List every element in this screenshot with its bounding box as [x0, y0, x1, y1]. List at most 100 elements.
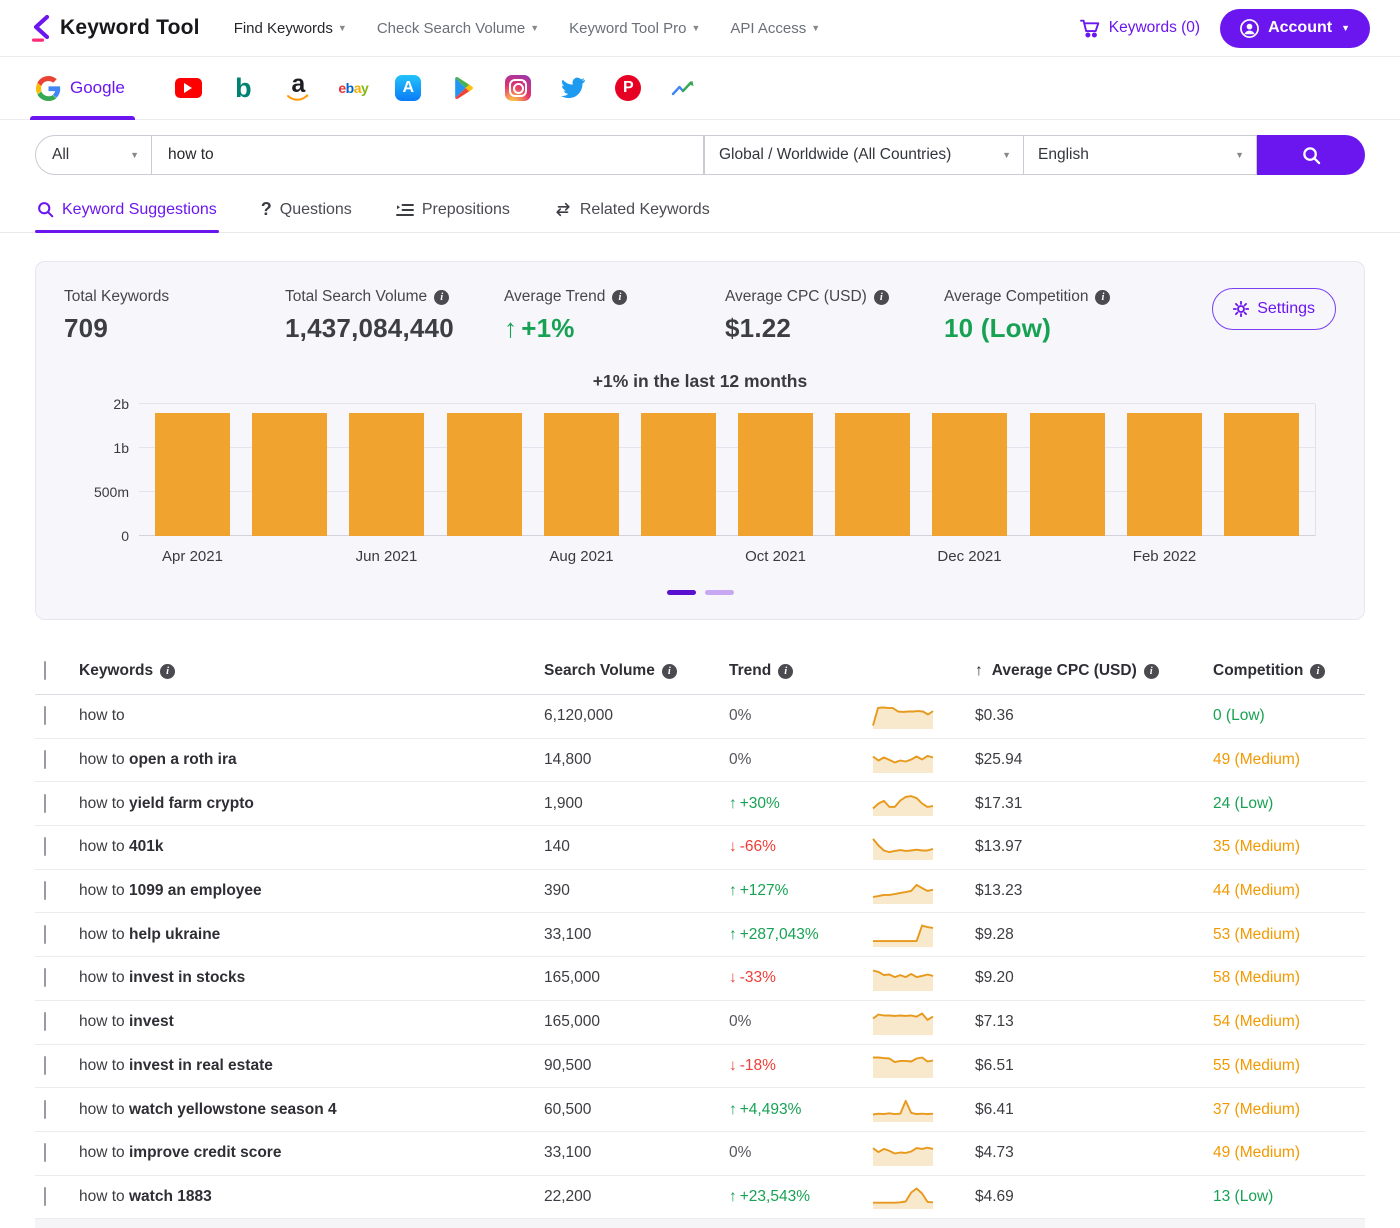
table-row[interactable]: how to improve credit score33,1000%$4.73…	[35, 1132, 1365, 1176]
platform-tab-youtube[interactable]	[161, 57, 216, 119]
language-select[interactable]: English ▼	[1024, 135, 1257, 175]
trend-value: 0%	[729, 1013, 751, 1030]
trend-cell: ↑+30%	[729, 795, 871, 813]
chart-bar[interactable]	[252, 413, 327, 536]
row-checkbox[interactable]	[44, 706, 46, 725]
chart-bar[interactable]	[932, 413, 1007, 536]
sparkline-cell	[871, 921, 975, 948]
table-row[interactable]: how to watch yellowstone season 460,500↑…	[35, 1088, 1365, 1132]
menu-check-search-volume[interactable]: Check Search Volume▼	[377, 20, 539, 37]
info-icon[interactable]: i	[1310, 664, 1325, 679]
menu-api-access[interactable]: API Access▼	[730, 20, 820, 37]
row-checkbox[interactable]	[44, 794, 46, 813]
select-all-checkbox[interactable]	[44, 661, 46, 680]
competition-cell: 49 (Medium)	[1213, 1144, 1365, 1162]
column-header-competition[interactable]: Competitioni	[1213, 662, 1365, 680]
search-input[interactable]	[152, 135, 704, 175]
sparkline-cell	[871, 1183, 975, 1210]
cpc-cell: $9.28	[975, 926, 1213, 944]
row-checkbox[interactable]	[44, 881, 46, 900]
table-header: Keywordsi Search Volumei Trendi ↑ Averag…	[35, 648, 1365, 695]
chart-bar[interactable]	[641, 413, 716, 536]
chart-bar[interactable]	[447, 413, 522, 536]
info-icon[interactable]: i	[612, 290, 627, 305]
trend-value: 0%	[729, 1144, 751, 1161]
tab-keyword-suggestions[interactable]: Keyword Suggestions	[35, 190, 219, 232]
info-icon[interactable]: i	[1095, 290, 1110, 305]
table-row[interactable]: how to yield farm crypto1,900↑+30%$17.31…	[35, 782, 1365, 826]
chart-bar[interactable]	[544, 413, 619, 536]
platform-tab-twitter[interactable]	[546, 57, 601, 119]
table-row[interactable]: how to invest165,0000%$7.1354 (Medium)	[35, 1001, 1365, 1045]
platform-tab-google-play[interactable]	[436, 57, 491, 119]
row-checkbox[interactable]	[44, 837, 46, 856]
table-row[interactable]: how to invest in stocks165,000↓-33%$9.20…	[35, 957, 1365, 1001]
summary-panel: Total Keywords 709 Total Search Volumei …	[35, 261, 1365, 620]
keyword-prefix: how to	[79, 1101, 129, 1118]
table-row[interactable]: how to invest in real estate90,500↓-18%$…	[35, 1045, 1365, 1089]
row-checkbox[interactable]	[44, 750, 46, 769]
chart-page-dot[interactable]	[667, 590, 696, 595]
trend-value: 0%	[729, 707, 751, 724]
chart-bar[interactable]	[155, 413, 230, 536]
table-row[interactable]: how to6,120,0000%$0.360 (Low)	[35, 695, 1365, 739]
platform-tab-ebay[interactable]: ebay	[326, 57, 381, 119]
settings-button[interactable]: Settings	[1212, 288, 1336, 330]
platform-tab-bing[interactable]: b	[216, 57, 271, 119]
table-row[interactable]: how to watch 188322,200↑+23,543%$4.6913 …	[35, 1176, 1365, 1220]
chart-bar[interactable]	[349, 413, 424, 536]
tab-questions[interactable]: ? Questions	[259, 190, 354, 232]
country-select[interactable]: Global / Worldwide (All Countries) ▼	[704, 135, 1024, 175]
chart-bar[interactable]	[1030, 413, 1105, 536]
row-checkbox[interactable]	[44, 925, 46, 944]
sparkline-cell	[871, 1052, 975, 1079]
trend-cell: ↓-66%	[729, 838, 871, 856]
row-checkbox[interactable]	[44, 1143, 46, 1162]
scope-select[interactable]: All ▼	[35, 135, 152, 175]
menu-keyword-tool-pro[interactable]: Keyword Tool Pro▼	[569, 20, 700, 37]
chevron-down-icon: ▼	[1002, 151, 1011, 160]
row-checkbox[interactable]	[44, 1100, 46, 1119]
table-row[interactable]: how to 401k140↓-66%$13.9735 (Medium)	[35, 826, 1365, 870]
info-icon[interactable]: i	[160, 664, 175, 679]
row-checkbox[interactable]	[44, 1012, 46, 1031]
chart-page-dot[interactable]	[705, 590, 734, 595]
search-volume-cell: 33,100	[544, 926, 729, 944]
brand-logo[interactable]: Keyword Tool	[30, 15, 200, 42]
account-button[interactable]: Account ▼	[1220, 9, 1370, 48]
info-icon[interactable]: i	[1144, 664, 1159, 679]
tab-related-keywords[interactable]: Related Keywords	[552, 190, 712, 232]
chart-bar[interactable]	[1224, 413, 1299, 536]
tab-prepositions[interactable]: Prepositions	[394, 190, 512, 232]
chart-bar[interactable]	[835, 413, 910, 536]
row-checkbox[interactable]	[44, 1187, 46, 1206]
search-button[interactable]	[1257, 135, 1365, 175]
info-icon[interactable]: i	[434, 290, 449, 305]
cpc-cell: $7.13	[975, 1013, 1213, 1031]
table-row[interactable]: how to open a roth ira14,8000%$25.9449 (…	[35, 739, 1365, 783]
info-icon[interactable]: i	[662, 664, 677, 679]
platform-tab-pinterest[interactable]: P	[601, 57, 656, 119]
trend-up-icon: ↑	[729, 882, 737, 899]
chart-bar[interactable]	[738, 413, 813, 536]
chart-bar[interactable]	[1127, 413, 1202, 536]
keyword-suffix: help ukraine	[129, 926, 220, 943]
platform-tab-instagram[interactable]	[491, 57, 546, 119]
platform-tab-app-store[interactable]: A	[381, 57, 436, 119]
column-header-cpc[interactable]: ↑ Average CPC (USD)i	[975, 662, 1213, 680]
info-icon[interactable]: i	[778, 664, 793, 679]
info-icon[interactable]: i	[874, 290, 889, 305]
column-header-keywords[interactable]: Keywordsi	[79, 662, 544, 680]
row-checkbox[interactable]	[44, 968, 46, 987]
table-row[interactable]: how to help ukraine33,100↑+287,043%$9.28…	[35, 913, 1365, 957]
platform-tab-google-trends[interactable]	[656, 57, 711, 119]
column-header-search-volume[interactable]: Search Volumei	[544, 662, 729, 680]
column-header-trend[interactable]: Trendi	[729, 662, 871, 680]
platform-tab-amazon[interactable]: a	[271, 57, 326, 119]
table-row[interactable]: how to 1099 an employee390↑+127%$13.2344…	[35, 870, 1365, 914]
row-checkbox[interactable]	[44, 1056, 46, 1075]
keywords-cart-link[interactable]: Keywords (0)	[1080, 19, 1200, 38]
menu-find-keywords[interactable]: Find Keywords▼	[234, 20, 347, 37]
platform-tab-google[interactable]: Google	[30, 57, 135, 119]
competition-cell: 58 (Medium)	[1213, 969, 1365, 987]
